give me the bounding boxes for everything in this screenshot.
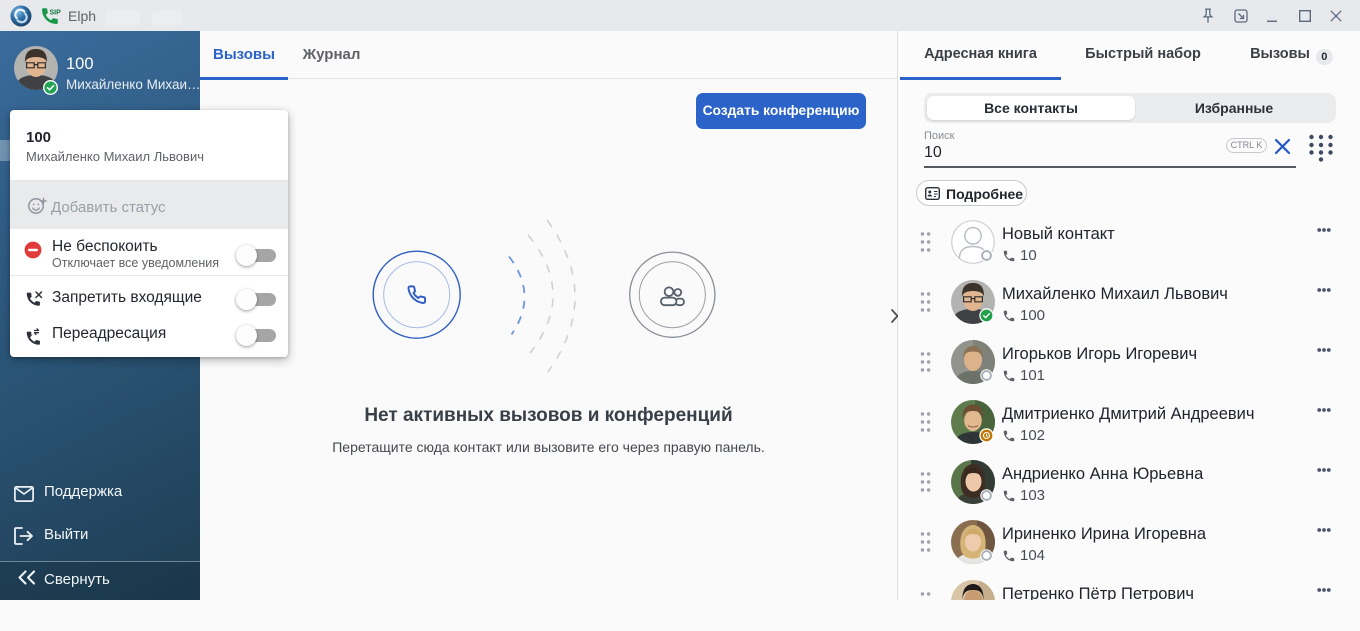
svg-text:SIP: SIP	[50, 10, 62, 17]
